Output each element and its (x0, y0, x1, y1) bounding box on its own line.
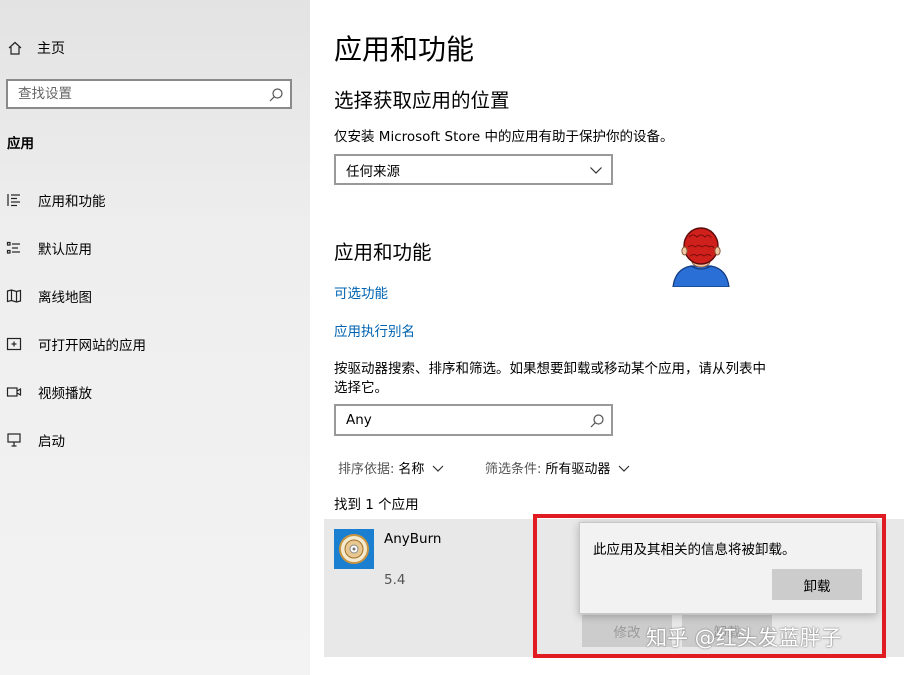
search-description-line: 按驱动器搜索、排序和筛选。如果想要卸载或移动某个应用，请从列表中 (334, 361, 766, 377)
source-heading: 选择获取应用的位置 (334, 89, 510, 112)
sidebar: 主页 应用 应用和功能 默认应用 离线地图 可打开网站的应用 (0, 0, 310, 675)
default-apps-icon (6, 241, 20, 254)
app-search-box[interactable] (334, 404, 613, 436)
found-count: 找到 1 个应用 (334, 497, 419, 513)
video-icon (6, 387, 22, 397)
website-app-icon (6, 337, 22, 351)
settings-search-input[interactable] (8, 81, 258, 107)
sort-by-value: 名称 (398, 462, 425, 477)
disc-icon (334, 529, 374, 569)
startup-icon (7, 433, 21, 447)
optional-features-link[interactable]: 可选功能 (334, 282, 388, 302)
sidebar-home-label: 主页 (37, 41, 65, 57)
filter-by-label: 筛选条件: (485, 462, 542, 477)
avatar (667, 219, 735, 287)
sort-by-label: 排序依据: (338, 462, 395, 477)
sidebar-item-label: 应用和功能 (38, 194, 106, 210)
app-name: AnyBurn (384, 531, 442, 547)
search-icon[interactable] (268, 87, 284, 103)
apps-list-icon (7, 194, 20, 207)
app-source-dropdown[interactable]: 任何来源 (334, 154, 613, 185)
sidebar-item-label: 默认应用 (38, 242, 92, 258)
sidebar-item-offline-maps[interactable]: 离线地图 (6, 284, 92, 308)
search-description: 按驱动器搜索、排序和筛选。如果想要卸载或移动某个应用，请从列表中 选择它。 (334, 360, 766, 398)
uninstall-confirm-popup: 此应用及其相关的信息将被卸载。 卸载 (579, 522, 877, 614)
sidebar-item-label: 视频播放 (38, 386, 92, 402)
app-aliases-link[interactable]: 应用执行别名 (334, 320, 415, 340)
app-search-input[interactable] (336, 406, 576, 434)
sidebar-item-label: 可打开网站的应用 (38, 338, 146, 354)
watermark-text: 知乎 @红头发蓝胖子 (646, 626, 842, 650)
sidebar-item-label: 离线地图 (38, 290, 92, 306)
search-icon[interactable] (589, 413, 605, 429)
popup-message: 此应用及其相关的信息将被卸载。 (593, 542, 796, 558)
chevron-down-icon (618, 465, 630, 472)
filter-by-value: 所有驱动器 (545, 462, 611, 477)
app-version: 5.4 (384, 572, 406, 588)
sidebar-item-website-apps[interactable]: 可打开网站的应用 (6, 332, 146, 356)
filter-by-dropdown[interactable]: 筛选条件: 所有驱动器 (485, 458, 630, 477)
map-icon (6, 289, 22, 303)
sidebar-item-label: 启动 (38, 434, 65, 450)
search-description-line: 选择它。 (334, 380, 388, 396)
chevron-down-icon (590, 167, 602, 174)
sidebar-item-startup[interactable]: 启动 (6, 428, 65, 452)
sidebar-section-label: 应用 (7, 136, 34, 152)
sidebar-item-video-playback[interactable]: 视频播放 (6, 380, 92, 404)
sort-by-dropdown[interactable]: 排序依据: 名称 (338, 458, 444, 477)
sidebar-item-apps-features[interactable]: 应用和功能 (6, 188, 106, 212)
settings-search-box[interactable] (6, 79, 292, 109)
app-source-dropdown-value: 任何来源 (346, 163, 400, 180)
confirm-uninstall-button[interactable]: 卸载 (772, 569, 862, 600)
sidebar-item-default-apps[interactable]: 默认应用 (6, 236, 92, 260)
sidebar-home[interactable]: 主页 (7, 36, 65, 60)
page-title: 应用和功能 (334, 33, 475, 66)
source-description: 仅安装 Microsoft Store 中的应用有助于保护你的设备。 (334, 129, 674, 145)
apps-heading: 应用和功能 (334, 241, 432, 264)
home-icon (8, 41, 22, 55)
chevron-down-icon (432, 465, 444, 472)
